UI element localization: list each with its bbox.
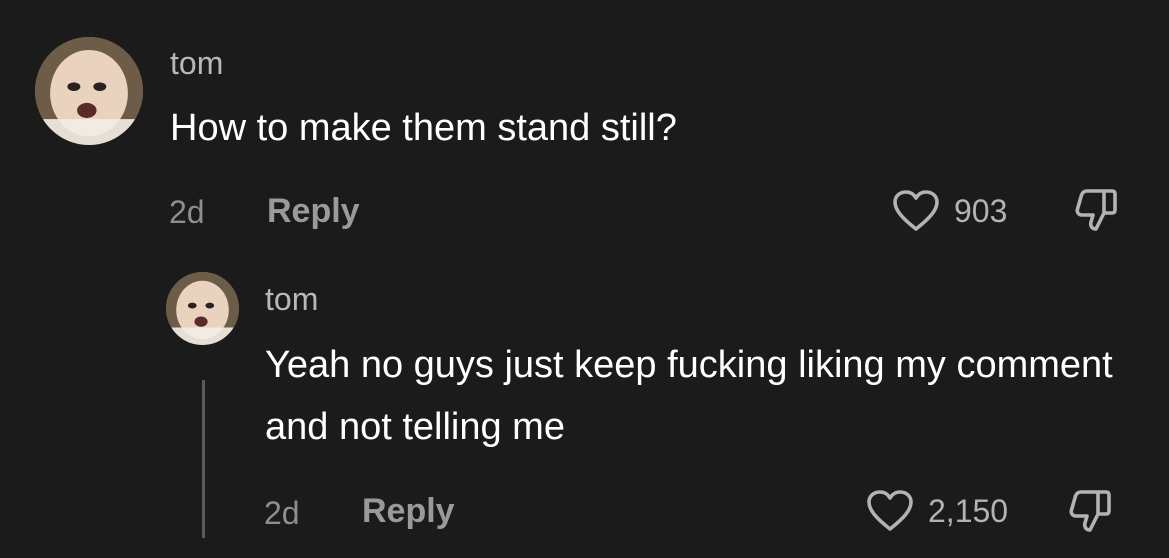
heart-icon	[867, 490, 913, 531]
baby-face-icon	[166, 272, 239, 345]
thumbs-down-icon	[1075, 189, 1117, 231]
comment-username[interactable]: tom	[265, 283, 318, 315]
thread-line	[202, 380, 205, 538]
comment-text: How to make them stand still?	[170, 107, 677, 149]
dislike-button[interactable]	[1074, 187, 1118, 233]
reply-button[interactable]: Reply	[267, 194, 360, 228]
like-button[interactable]: 2,150	[866, 489, 1008, 533]
dislike-button[interactable]	[1068, 488, 1112, 534]
thumbs-down-icon	[1069, 490, 1111, 532]
comment-timestamp: 2d	[169, 194, 205, 230]
comment-text: Yeah no guys just keep fucking liking my…	[265, 344, 1113, 448]
like-count: 903	[954, 193, 1008, 229]
avatar[interactable]	[35, 37, 143, 145]
like-count: 2,150	[928, 493, 1009, 529]
comment-timestamp: 2d	[264, 495, 300, 531]
comment-username[interactable]: tom	[170, 47, 223, 79]
like-button[interactable]: 903	[892, 189, 1007, 233]
baby-face-icon	[35, 37, 143, 145]
heart-icon	[893, 190, 939, 231]
reply-button[interactable]: Reply	[362, 494, 455, 528]
avatar[interactable]	[166, 272, 239, 345]
